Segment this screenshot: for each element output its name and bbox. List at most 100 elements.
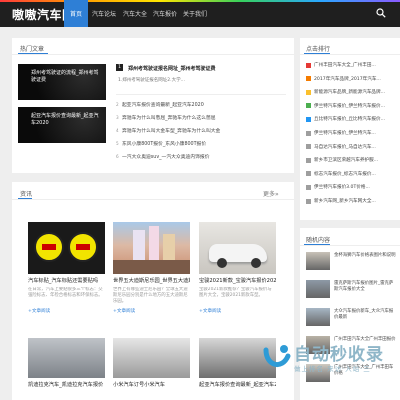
- headline-rank-badge: 1: [116, 64, 123, 71]
- ranking-item-text: 标志汽车报价_标志汽车报价...: [314, 171, 376, 177]
- card-description: 在日常，汽车上要贴很多三个标志：交强险标志、年检合格标志和环保标志。: [28, 287, 103, 298]
- news-card[interactable]: 世界五大迪斯尼乐园_世界五大迪斯尼 世界上有哪些迪士尼乐园？全球五大迪斯尼乐园分…: [113, 222, 190, 314]
- card-read-more[interactable]: +文章阅读: [199, 308, 276, 314]
- ranking-item-text: 2017年汽车品牌_2017年汽车...: [314, 76, 381, 82]
- ranking-item[interactable]: 伊兰特汽车报价_伊兰特汽车报价...: [306, 101, 394, 111]
- card-title: 宝骏2021新款_宝骏汽车报价2021: [199, 278, 276, 284]
- rank-marker-icon: [306, 198, 311, 204]
- featured-caption: 起亚汽车报价查询最新_起亚汽车2020: [31, 113, 99, 126]
- nav-car-prices[interactable]: 汽车报价: [150, 0, 180, 27]
- headline-summary: 1.郑州考驾驶证报名网址2.大学...: [118, 78, 185, 83]
- nav-home[interactable]: 首页: [64, 0, 88, 27]
- watermark-logo-icon: [263, 345, 291, 367]
- rank-marker-icon: [306, 184, 311, 190]
- random-item[interactable]: 雷克萨斯汽车报价图片_雷克萨斯汽车报价大全: [306, 280, 396, 302]
- card-image-car: [199, 222, 276, 274]
- nav-car-catalog[interactable]: 汽车大全: [120, 0, 150, 27]
- news-title: 资讯: [20, 191, 33, 198]
- card-image: [28, 338, 105, 378]
- random-item-thumbnail: [306, 280, 330, 298]
- ranking-item-text: 马自达汽车报价_马自达汽车...: [314, 144, 376, 150]
- hot-list-title: 起亚汽车报价查询最新_起亚汽车2020: [122, 103, 204, 108]
- random-item-text: 金杯海狮汽车价格表图片和说明: [334, 253, 396, 258]
- card-title: 起亚汽车报价查询最新_起亚汽车2020: [199, 382, 276, 388]
- rank-marker-icon: [306, 89, 311, 95]
- top-navbar: 嗷嗷汽车网 首页 汽车论坛 汽车大全 汽车报价 关于我们: [0, 0, 400, 27]
- ranking-title: 点击排行: [306, 46, 331, 53]
- hot-list-item[interactable]: 3 奔驰车为什么叫憋屈_奔驰车为什么这么憋屈: [116, 114, 216, 121]
- card-title: 世界五大迪斯尼乐园_世界五大迪斯尼: [113, 278, 190, 284]
- search-icon[interactable]: [376, 8, 386, 18]
- divider: [300, 245, 400, 246]
- ranking-item-text: 广州丰田汽车大全_广州丰田...: [314, 63, 376, 68]
- ranking-item[interactable]: 新能源汽车品牌_新能源汽车品牌...: [306, 87, 394, 97]
- hot-list-title: 一汽大众奥迪suv_一汽大众奥迪内饰报价: [122, 155, 210, 160]
- random-item-text: 雷克萨斯汽车报价图片_雷克萨斯汽车报价大全: [334, 281, 394, 292]
- card-image: [113, 338, 190, 378]
- ranking-item[interactable]: 2017年汽车品牌_2017年汽车...: [306, 74, 394, 84]
- ranking-item[interactable]: 标志汽车报价_标志汽车报价...: [306, 169, 394, 179]
- ranking-item-text: 新能源汽车品牌_新能源汽车品牌...: [314, 90, 385, 96]
- random-item-thumbnail: [306, 252, 330, 270]
- ranking-item-text: 伊兰特汽车报价3.0T价格...: [314, 185, 370, 191]
- news-card[interactable]: 凯迪拉克汽车_凯迪拉克汽车报价: [28, 338, 105, 388]
- hot-list-item[interactable]: 2 起亚汽车报价查询最新_起亚汽车2020: [116, 101, 204, 108]
- rank-marker-icon: [306, 157, 311, 163]
- news-card[interactable]: 小米汽车订号小米汽车: [113, 338, 190, 388]
- ranking-item[interactable]: 新乡市卫滨区荣越汽车养护服...: [306, 155, 394, 165]
- random-item[interactable]: 金杯海狮汽车价格表图片和说明: [306, 252, 396, 274]
- nav-forum[interactable]: 汽车论坛: [88, 0, 120, 27]
- news-card[interactable]: 汽车标贴_汽车标贴还需要贴吗 在日常，汽车上要贴很多三个标志：交强险标志、年检合…: [28, 222, 105, 314]
- card-title: 汽车标贴_汽车标贴还需要贴吗: [28, 278, 99, 284]
- featured-article-2[interactable]: 起亚汽车报价查询最新_起亚汽车2020: [18, 107, 106, 143]
- divider: [300, 54, 400, 55]
- rank-marker-icon: [306, 76, 311, 82]
- card-description: 宝骏2021新款推荐？宝骏汽车报价与图片大全，宝骏2021新款车型。: [199, 287, 272, 298]
- random-item-text: 大众汽车报价新车_大众汽车报价最新: [334, 309, 394, 320]
- ranking-item[interactable]: 丘比特汽车报价_丘比特汽车报价...: [306, 114, 394, 124]
- ranking-item[interactable]: 马自达汽车报价_马自达汽车...: [306, 142, 394, 152]
- news-more-link[interactable]: 更多»: [263, 189, 279, 198]
- divider: [12, 54, 294, 55]
- hot-list-title: 奔驰车为什么叫大金车型_奔驰车为什么叫大金: [122, 129, 221, 134]
- news-card[interactable]: 宝骏2021新款_宝骏汽车报价2021 宝骏2021新款推荐？宝骏汽车报价与图片…: [199, 222, 276, 314]
- ranking-item[interactable]: 伊兰特汽车报价3.0T价格...: [306, 182, 394, 192]
- nav-about-us[interactable]: 关于我们: [180, 0, 210, 27]
- rank-marker-icon: [306, 130, 311, 136]
- hot-list-item[interactable]: 6 一汽大众奥迪suv_一汽大众奥迪内饰报价: [116, 153, 210, 160]
- rank-marker-icon: [306, 62, 311, 68]
- watermark-subtext: 做上排名·来访·入站·三: [294, 365, 371, 373]
- card-read-more[interactable]: +文章阅读: [28, 308, 105, 314]
- rank-marker-icon: [306, 171, 311, 177]
- hot-list-item[interactable]: 5 东风小康800T报价_东风小康800T报价: [116, 140, 206, 147]
- ranking-item-text: 新乡汽车网_新乡汽车网大全...: [314, 199, 376, 204]
- ranking-item-text: 伊兰特汽车报价_伊兰特汽车报价...: [314, 103, 385, 109]
- rank-marker-icon: [306, 116, 311, 122]
- hot-articles-title: 热门文章: [20, 46, 45, 53]
- hot-list-item[interactable]: 4 奔驰车为什么叫大金车型_奔驰车为什么叫大金: [116, 127, 220, 134]
- featured-article-1[interactable]: 郑州考驾驶证的流程_郑州考驾驶证费: [18, 64, 106, 100]
- hot-list-title: 奔驰车为什么叫憋屈_奔驰车为什么这么憋屈: [122, 116, 216, 121]
- ranking-item-text: 丘比特汽车报价_丘比特汽车报价...: [314, 117, 385, 123]
- featured-caption: 郑州考驾驶证的流程_郑州考驾驶证费: [31, 70, 99, 83]
- ranking-item[interactable]: 广州丰田汽车大全_广州丰田...: [306, 60, 394, 70]
- watermark-text: 自动秒收录: [294, 345, 384, 365]
- card-read-more[interactable]: +文章阅读: [113, 308, 190, 314]
- card-title: 凯迪拉克汽车_凯迪拉克汽车报价: [28, 382, 104, 388]
- ranking-item-text: 伊兰特汽车报价_伊兰特汽车...: [314, 131, 376, 136]
- divider: [12, 199, 294, 200]
- ranking-item[interactable]: 新乡汽车网_新乡汽车网大全...: [306, 196, 394, 206]
- card-title: 小米汽车订号小米汽车: [113, 382, 165, 388]
- ranking-item[interactable]: 伊兰特汽车报价_伊兰特汽车...: [306, 128, 394, 138]
- card-description: 世界上有哪些迪士尼乐园？全球五大迪斯尼乐园分别是什么地方的五大迪斯尼乐园。: [113, 287, 188, 304]
- watermark: 自动秒收录 做上排名·来访·入站·三: [262, 338, 400, 378]
- headline-title[interactable]: 郑州考驾驶证报名网址_郑州考驾驶证费: [128, 65, 216, 72]
- rank-marker-icon: [306, 144, 311, 150]
- card-image-plates: [28, 222, 105, 274]
- random-item-thumbnail: [306, 308, 330, 326]
- card-image-disney: [113, 222, 190, 274]
- random-item[interactable]: 大众汽车报价新车_大众汽车报价最新: [306, 308, 396, 330]
- ranking-item-text: 新乡市卫滨区荣越汽车养护服...: [314, 158, 379, 164]
- rank-marker-icon: [306, 103, 311, 109]
- divider: [116, 94, 286, 95]
